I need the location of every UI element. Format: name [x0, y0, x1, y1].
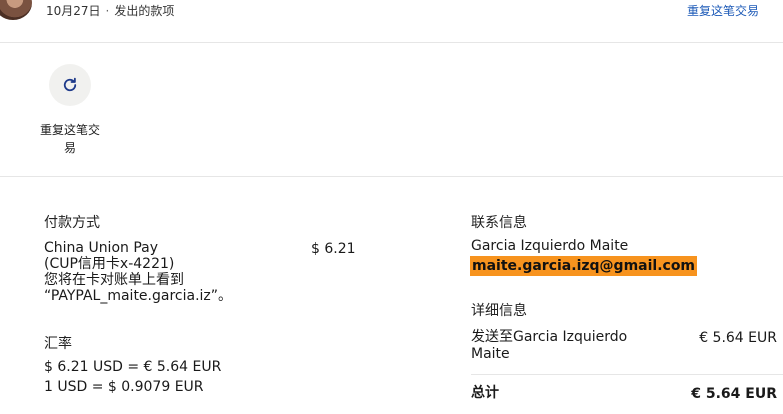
- total-amount: € 5.64 EUR: [691, 386, 777, 402]
- payment-method-details: China Union Pay (CUP信用卡x-4221) 您将在卡对账单上看…: [44, 240, 232, 304]
- sent-amount: € 5.64 EUR: [699, 330, 777, 346]
- details-title: 详细信息: [471, 303, 527, 319]
- divider: [471, 374, 783, 375]
- separator-dot: ·: [105, 4, 110, 18]
- payment-amount: $ 6.21: [311, 241, 356, 257]
- contact-email[interactable]: maite.garcia.izq@gmail.com: [470, 256, 698, 276]
- exchange-rate-title: 汇率: [44, 336, 72, 352]
- repeat-button-label: 重复这笔交易: [39, 123, 100, 155]
- payment-line: 您将在卡对账单上看到: [44, 272, 184, 288]
- repeat-transaction-button[interactable]: 重复这笔交易: [36, 64, 104, 157]
- payment-method-title: 付款方式: [44, 215, 100, 231]
- contact-info-title: 联系信息: [471, 215, 527, 231]
- payment-line: China Union Pay: [44, 240, 159, 256]
- divider: [0, 42, 783, 43]
- transaction-meta: 10月27日 · 发出的款项: [46, 2, 174, 19]
- repeat-button-circle[interactable]: [49, 64, 91, 106]
- repeat-transaction-link[interactable]: 重复这笔交易: [687, 2, 759, 19]
- contact-name: Garcia Izquierdo Maite: [471, 238, 629, 254]
- transaction-type: 发出的款项: [114, 4, 175, 18]
- refresh-icon: [63, 77, 77, 92]
- sent-to-label: Maite: [471, 346, 510, 362]
- divider: [0, 176, 783, 177]
- avatar: [0, 0, 32, 20]
- total-label: 总计: [471, 385, 499, 401]
- exchange-rate-line: $ 6.21 USD = € 5.64 EUR: [44, 359, 222, 375]
- exchange-rate-line: 1 USD = $ 0.9079 EUR: [44, 379, 204, 395]
- sent-to-label: 发送至Garcia Izquierdo: [471, 329, 628, 345]
- payment-line: (CUP信用卡x-4221): [44, 256, 175, 272]
- payment-line: “PAYPAL_maite.garcia.iz”。: [44, 288, 233, 304]
- transaction-date: 10月27日: [46, 4, 101, 18]
